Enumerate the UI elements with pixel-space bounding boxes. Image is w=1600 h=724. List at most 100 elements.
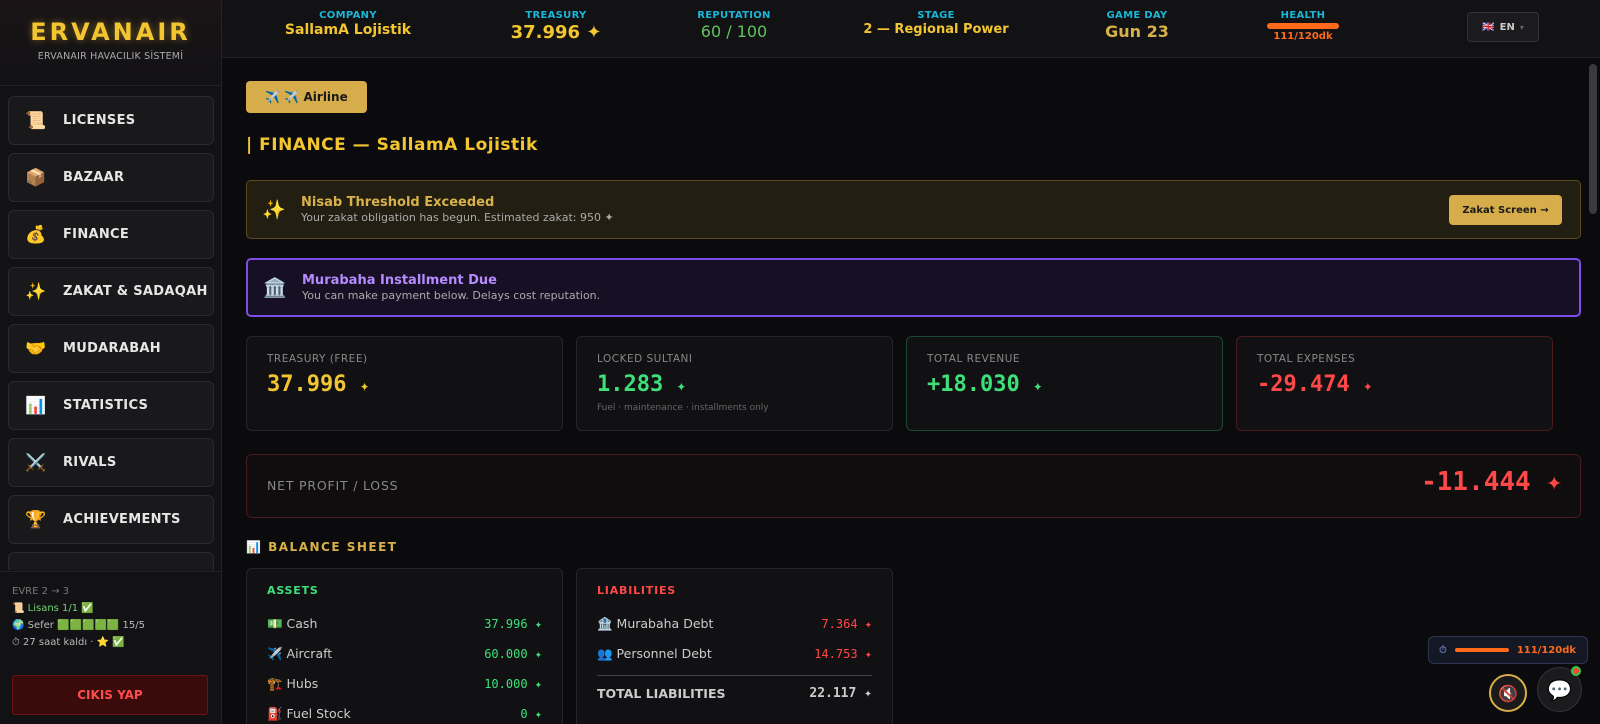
brand-subtitle: ERVANAIR HAVACILIK SİSTEMİ xyxy=(37,51,184,62)
app-root: ERVANAIR ERVANAIR HAVACILIK SİSTEMİ 📜 LI… xyxy=(0,0,1600,724)
company-value: SallamA Lojistik xyxy=(284,22,412,38)
treasury-value: 37.996 ✦ xyxy=(510,22,602,43)
card-value: +18.030 ✦ xyxy=(927,372,1043,397)
murabaha-alert: 🏛️ Murabaha Installment Due You can make… xyxy=(246,258,1581,317)
sidebar-item-achievements[interactable]: 🏆 ACHIEVEMENTS xyxy=(8,495,214,544)
sidebar-item-rivals[interactable]: ⚔️ RIVALS xyxy=(8,438,214,487)
stage-progress-label: EVRE 2 → 3 xyxy=(12,586,70,597)
sidebar-item-label: STATISTICS xyxy=(63,398,149,413)
chevron-down-icon: ▾ xyxy=(1519,22,1524,32)
net-profit-value: -11.444 ✦ xyxy=(1421,467,1562,497)
treasury-free-card: TREASURY (FREE) 37.996 ✦ xyxy=(246,336,563,431)
sidebar-item-label: ACHIEVEMENTS xyxy=(63,512,181,527)
card-label: TREASURY (FREE) xyxy=(267,353,368,365)
game-day-label: GAME DAY xyxy=(1106,10,1168,21)
bar-chart-icon: 📊 xyxy=(25,395,47,416)
finance-page: ✈️ ✈️ Airline | FINANCE — SallamA Lojist… xyxy=(222,58,1600,724)
stage-value: 2 — Regional Power xyxy=(863,22,1009,37)
flight-status: 🌍 Sefer 🟩🟩🟩🟩🟩 15/5 xyxy=(12,620,145,631)
liabilities-header: LIABILITIES xyxy=(597,584,677,597)
uk-flag-icon: 🇬🇧 xyxy=(1482,21,1495,33)
sidebar-nav: 📜 LICENSES 📦 BAZAAR 💰 FINANCE ✨ ZAKAT & … xyxy=(0,86,222,570)
sparkles-icon: ✨ xyxy=(25,281,47,302)
treasury-stat: TREASURY 37.996 ✦ xyxy=(511,10,602,43)
liability-row-murabaha: 🏦 Murabaha Debt 7.364 ✦ xyxy=(597,616,872,631)
license-status: 📜 Lisans 1/1 ✅ xyxy=(12,603,94,614)
company-stat: COMPANY SallamA Lojistik xyxy=(285,10,411,38)
card-value: -29.474 ✦ xyxy=(1257,372,1373,397)
stage-progress-panel: EVRE 2 → 3 📜 Lisans 1/1 ✅ 🌍 Sefer 🟩🟩🟩🟩🟩 … xyxy=(0,571,222,659)
timer-value: 111/120dk xyxy=(1516,644,1577,656)
zakat-screen-button[interactable]: Zakat Screen → xyxy=(1449,195,1562,225)
stage-stat: STAGE 2 — Regional Power xyxy=(863,10,1008,37)
nisab-alert-title: Nisab Threshold Exceeded xyxy=(301,195,495,210)
brand-title: ERVANAIR xyxy=(30,18,191,46)
sidebar-item-partial[interactable] xyxy=(8,552,214,570)
logout-button[interactable]: CIKIS YAP xyxy=(12,675,208,715)
package-icon: 📦 xyxy=(25,167,47,188)
page-title: | FINANCE — SallamA Lojistik xyxy=(246,135,538,155)
asset-row-aircraft: ✈️ Aircraft 60.000 ✦ xyxy=(267,646,542,661)
treasury-label: TREASURY xyxy=(525,10,587,21)
reputation-value: 60 / 100 xyxy=(700,22,768,41)
speaker-muted-icon: 🔇 xyxy=(1498,683,1518,703)
notification-dot xyxy=(1571,666,1581,676)
coin-icon: ✦ xyxy=(676,376,687,395)
scroll-icon: 📜 xyxy=(25,110,47,131)
card-label: TOTAL EXPENSES xyxy=(1257,353,1356,365)
airline-button[interactable]: ✈️ ✈️ Airline xyxy=(246,81,367,113)
time-left-status: ⏱ 27 saat kaldı · ⭐ ✅ xyxy=(12,637,125,648)
brand[interactable]: ERVANAIR ERVANAIR HAVACILIK SİSTEMİ xyxy=(0,0,221,86)
stage-label: STAGE xyxy=(917,10,955,21)
sidebar-item-label: ZAKAT & SADAQAH xyxy=(63,284,208,299)
liability-row-personnel: 👥 Personnel Debt 14.753 ✦ xyxy=(597,646,872,661)
card-value: 1.283 ✦ xyxy=(597,372,687,397)
clock-icon: ⏱ xyxy=(1439,644,1447,656)
murabaha-alert-title: Murabaha Installment Due xyxy=(302,273,497,288)
game-day-value: Gun 23 xyxy=(1105,22,1169,41)
murabaha-alert-desc: You can make payment below. Delays cost … xyxy=(302,289,601,302)
nisab-alert-desc: Your zakat obligation has begun. Estimat… xyxy=(301,211,614,224)
money-bag-icon: 💰 xyxy=(25,224,47,245)
company-label: COMPANY xyxy=(319,10,377,21)
sidebar-item-label: MUDARABAH xyxy=(63,341,161,356)
top-stats-bar: COMPANY SallamA Lojistik TREASURY 37.996… xyxy=(222,0,1600,58)
sidebar-item-licenses[interactable]: 📜 LICENSES xyxy=(8,96,214,145)
timer-bar xyxy=(1454,648,1509,652)
bank-icon: 🏛️ xyxy=(263,277,287,299)
coin-icon: ✦ xyxy=(1362,376,1373,395)
card-label: TOTAL REVENUE xyxy=(927,353,1021,365)
sidebar-item-zakat[interactable]: ✨ ZAKAT & SADAQAH xyxy=(8,267,214,316)
liabilities-panel: LIABILITIES 🏦 Murabaha Debt 7.364 ✦ 👥 Pe… xyxy=(576,568,893,724)
sidebar: ERVANAIR ERVANAIR HAVACILIK SİSTEMİ 📜 LI… xyxy=(0,0,222,724)
sidebar-item-mudarabah[interactable]: 🤝 MUDARABAH xyxy=(8,324,214,373)
chat-bubble-icon: 💬 xyxy=(1547,677,1572,702)
session-timer[interactable]: ⏱ 111/120dk xyxy=(1428,636,1588,664)
asset-row-fuel-stock: ⛽ Fuel Stock 0 ✦ xyxy=(267,706,542,721)
health-value: 111/120dk xyxy=(1273,31,1333,42)
trophy-icon: 🏆 xyxy=(25,509,47,530)
coin-icon: ✦ xyxy=(1032,376,1043,395)
scrollbar[interactable] xyxy=(1589,64,1597,214)
sidebar-item-bazaar[interactable]: 📦 BAZAAR xyxy=(8,153,214,202)
card-note: Fuel · maintenance · installments only xyxy=(597,403,769,413)
health-stat: HEALTH 111/120dk xyxy=(1267,10,1339,42)
health-bar xyxy=(1267,23,1339,29)
health-label: HEALTH xyxy=(1280,10,1326,21)
sidebar-item-label: BAZAAR xyxy=(63,170,125,185)
reputation-stat: REPUTATION 60 / 100 xyxy=(697,10,770,41)
crossed-swords-icon: ⚔️ xyxy=(25,452,47,473)
asset-row-cash: 💵 Cash 37.996 ✦ xyxy=(267,616,542,631)
sidebar-item-finance[interactable]: 💰 FINANCE xyxy=(8,210,214,259)
mute-button[interactable]: 🔇 xyxy=(1489,674,1527,712)
sidebar-item-label: FINANCE xyxy=(63,227,130,242)
asset-row-hubs: 🏗️ Hubs 10.000 ✦ xyxy=(267,676,542,691)
locked-sultani-card: LOCKED SULTANI 1.283 ✦ Fuel · maintenanc… xyxy=(576,336,893,431)
sidebar-item-statistics[interactable]: 📊 STATISTICS xyxy=(8,381,214,430)
card-label: LOCKED SULTANI xyxy=(597,353,693,365)
reputation-label: REPUTATION xyxy=(697,10,771,21)
card-value: 37.996 ✦ xyxy=(267,372,370,397)
net-profit-panel: NET PROFIT / LOSS -11.444 ✦ xyxy=(246,454,1581,518)
nisab-alert: ✨ Nisab Threshold Exceeded Your zakat ob… xyxy=(246,180,1581,239)
language-selector[interactable]: 🇬🇧 EN ▾ xyxy=(1467,12,1539,42)
